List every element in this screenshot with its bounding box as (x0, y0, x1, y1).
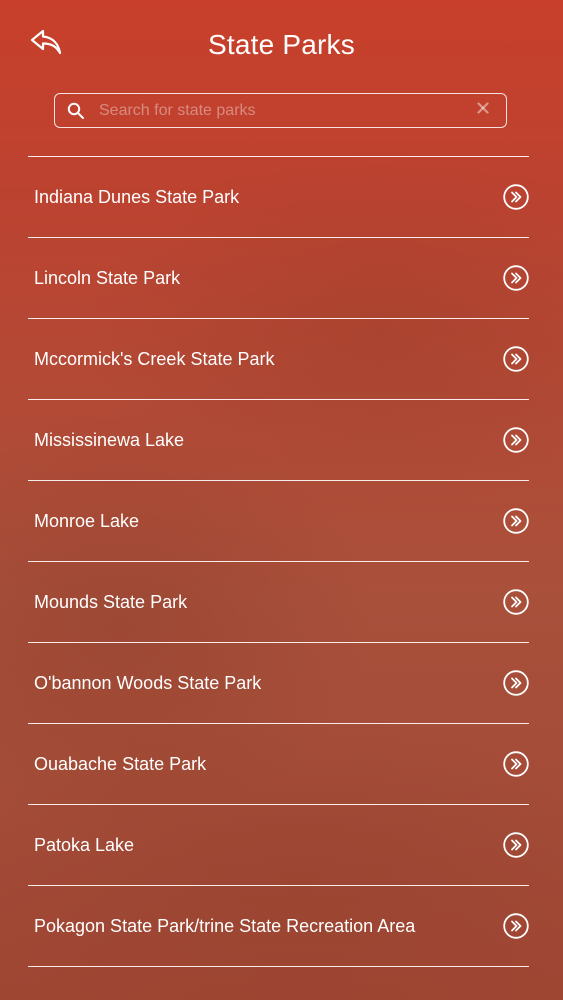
list-item[interactable]: O'bannon Woods State Park (28, 643, 529, 724)
park-name-label: Patoka Lake (34, 835, 135, 855)
list-item[interactable]: Pokagon State Park/trine State Recreatio… (28, 886, 529, 967)
double-chevron-right-circle-icon[interactable] (503, 832, 529, 858)
list-item[interactable]: Mississinewa Lake (28, 400, 529, 481)
park-name-label: Pokagon State Park/trine State Recreatio… (34, 916, 416, 936)
list-item[interactable]: Ouabache State Park (28, 724, 529, 805)
park-name-label: Mccormick's Creek State Park (34, 349, 275, 369)
parks-list: Indiana Dunes State Park Lincoln State Pa… (28, 156, 529, 967)
double-chevron-right-circle-icon[interactable] (503, 751, 529, 777)
double-chevron-right-circle-icon[interactable] (503, 508, 529, 534)
park-name-label: Ouabache State Park (34, 754, 207, 774)
clear-search-button[interactable] (474, 101, 492, 119)
park-name-label: O'bannon Woods State Park (34, 673, 262, 693)
park-name-label: Mounds State Park (34, 592, 188, 612)
search-input[interactable] (99, 98, 459, 123)
list-item[interactable]: Indiana Dunes State Park (28, 157, 529, 238)
double-chevron-right-circle-icon[interactable] (503, 913, 529, 939)
park-name-label: Monroe Lake (34, 511, 140, 531)
park-name-label: Indiana Dunes State Park (34, 187, 240, 207)
double-chevron-right-circle-icon[interactable] (503, 265, 529, 291)
park-name-label: Mississinewa Lake (34, 430, 185, 450)
search-bar (54, 93, 507, 128)
list-item[interactable]: Patoka Lake (28, 805, 529, 886)
search-icon (67, 102, 85, 120)
park-name-label: Lincoln State Park (34, 268, 181, 288)
double-chevron-right-circle-icon[interactable] (503, 427, 529, 453)
list-item[interactable]: Mounds State Park (28, 562, 529, 643)
double-chevron-right-circle-icon[interactable] (503, 670, 529, 696)
list-item[interactable]: Mccormick's Creek State Park (28, 319, 529, 400)
double-chevron-right-circle-icon[interactable] (503, 184, 529, 210)
clear-icon (477, 101, 489, 119)
page-title: State Parks (208, 29, 355, 60)
double-chevron-right-circle-icon[interactable] (503, 346, 529, 372)
list-item[interactable]: Monroe Lake (28, 481, 529, 562)
list-item[interactable]: Lincoln State Park (28, 238, 529, 319)
double-chevron-right-circle-icon[interactable] (503, 589, 529, 615)
header-bar: State Parks (0, 0, 563, 90)
